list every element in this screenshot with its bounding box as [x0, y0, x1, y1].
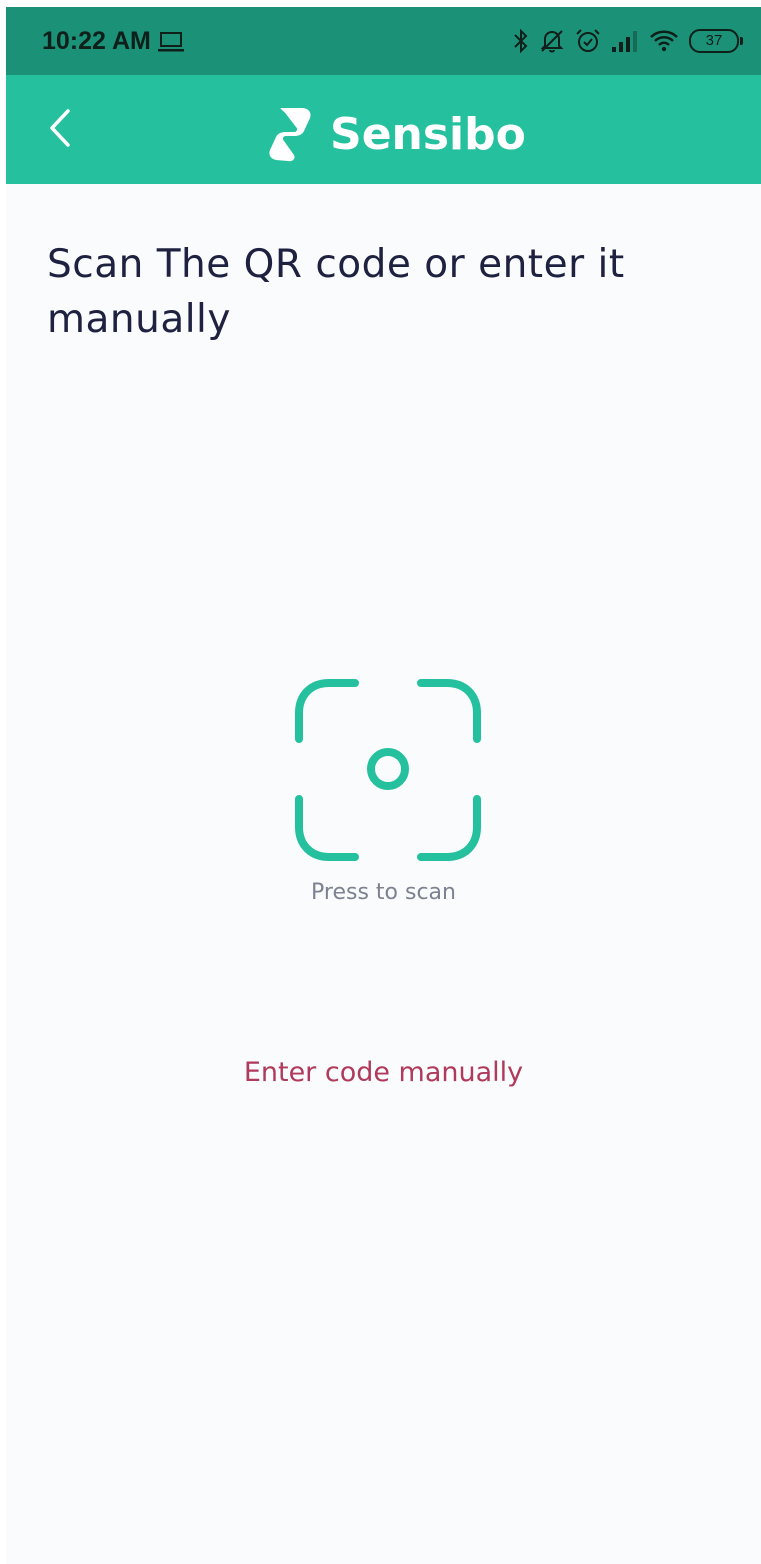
qr-scan-icon — [295, 679, 481, 861]
brand-name: Sensibo — [330, 108, 526, 160]
status-bar: 10:22 AM 37 — [6, 7, 761, 75]
back-button[interactable] — [36, 101, 86, 157]
page-title: Scan The QR code or enter it manually — [47, 242, 625, 342]
scan-qr-button[interactable] — [293, 677, 483, 867]
screen: 10:22 AM 37 Sensibo Scan The QR code or … — [6, 7, 761, 1564]
wifi-icon — [650, 30, 678, 52]
app-bar: Sensibo — [6, 75, 761, 184]
battery-icon: 37 — [689, 29, 743, 53]
status-time: 10:22 AM — [42, 27, 151, 55]
status-icons: 37 — [513, 25, 743, 57]
notifications-off-icon — [540, 30, 564, 53]
sensibo-logo-icon — [269, 108, 311, 162]
brand-logo: Sensibo — [268, 105, 526, 163]
scan-label: Press to scan — [311, 880, 456, 905]
alarm-icon — [576, 29, 600, 52]
bluetooth-icon — [514, 28, 528, 54]
laptop-icon — [158, 32, 184, 52]
enter-code-manually-link[interactable]: Enter code manually — [6, 1057, 761, 1088]
chevron-left-icon — [50, 109, 70, 147]
battery-level: 37 — [705, 32, 723, 49]
signal-icon — [612, 31, 637, 52]
